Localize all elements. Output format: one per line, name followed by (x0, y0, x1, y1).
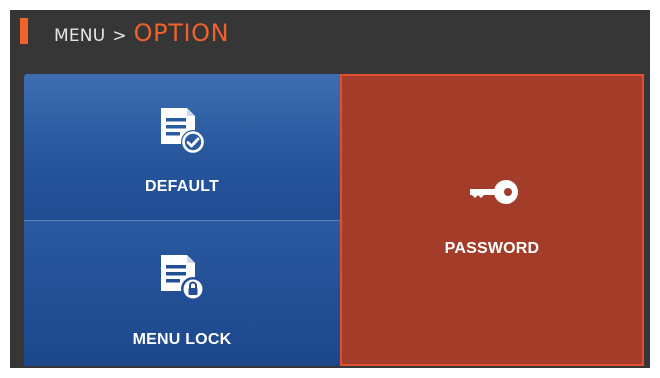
breadcrumb: MENU > OPTION (54, 19, 230, 47)
header-accent-bar (20, 18, 28, 44)
menu-lock-label: MENU LOCK (132, 331, 232, 348)
option-screen: MENU > OPTION DEFAULT MENU LOCK PASSWORD (10, 10, 650, 368)
header: MENU > OPTION (10, 10, 650, 54)
breadcrumb-separator: > (112, 26, 127, 46)
document-check-icon (161, 108, 205, 154)
key-icon (470, 180, 518, 204)
menu-lock-button[interactable]: MENU LOCK (24, 220, 340, 366)
default-button[interactable]: DEFAULT (24, 74, 340, 220)
page-title: OPTION (133, 19, 230, 47)
breadcrumb-menu[interactable]: MENU (54, 26, 105, 46)
password-button[interactable]: PASSWORD (340, 74, 644, 366)
default-label: DEFAULT (145, 178, 219, 195)
password-label: PASSWORD (444, 240, 540, 257)
option-grid: DEFAULT MENU LOCK PASSWORD (24, 74, 644, 366)
document-lock-icon (161, 255, 205, 301)
